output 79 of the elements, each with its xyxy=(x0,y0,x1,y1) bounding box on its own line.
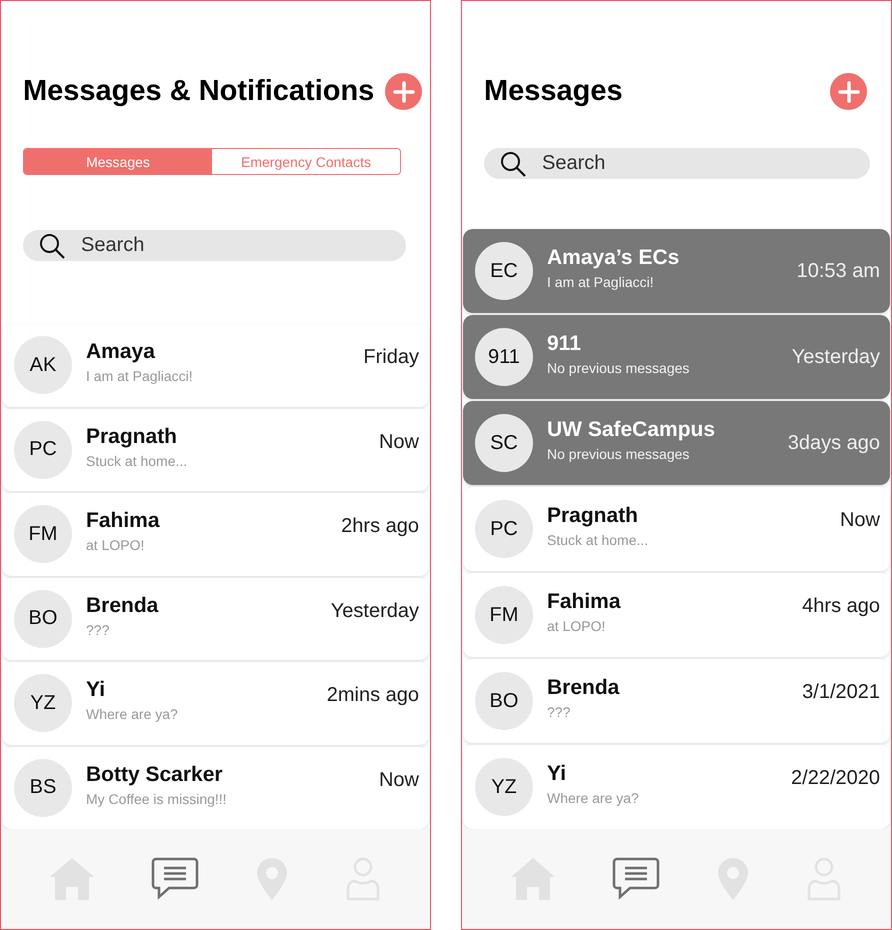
avatar-initials: YZ xyxy=(14,674,72,732)
avatar-initials: FM xyxy=(475,586,533,644)
message-preview: No previous messages xyxy=(547,446,690,462)
contact-name: Yi xyxy=(86,678,106,702)
search-field[interactable]: Search xyxy=(484,148,870,179)
message-preview: I am at Pagliacci! xyxy=(86,368,194,384)
emergency-conversation-row[interactable]: SC UW SafeCampus No previous messages 3days ago xyxy=(463,401,890,485)
message-preview: My Coffee is missing!!! xyxy=(86,790,228,807)
search-field[interactable]: Search xyxy=(23,230,406,261)
message-time: Yesterday xyxy=(792,346,880,368)
avatar-initials: SC xyxy=(475,414,533,472)
message-preview: Where are ya? xyxy=(547,790,640,806)
message-time: Now xyxy=(378,430,419,454)
avatar-initials: EC xyxy=(475,242,533,300)
conversation-row[interactable]: FM Fahima at LOPO! 2hrs ago xyxy=(2,493,429,576)
message-preview: ??? xyxy=(547,704,572,720)
conversation-row[interactable]: AK Amaya I am at Pagliacci! Friday xyxy=(2,324,429,406)
chat-bubble-icon xyxy=(612,857,660,901)
contact-name: Fahima xyxy=(547,590,622,614)
message-time: Now xyxy=(840,509,880,532)
message-preview: Where are ya? xyxy=(86,706,179,722)
plus-icon xyxy=(392,80,414,102)
contact-name: Fahima xyxy=(86,509,161,534)
conversation-row[interactable]: BO Brenda ??? Yesterday xyxy=(2,578,429,660)
avatar-initials: PC xyxy=(14,420,72,479)
nav-button[interactable] xyxy=(612,857,660,901)
contact-name: Pragnath xyxy=(547,504,640,528)
contact-name: Brenda xyxy=(86,594,160,618)
avatar-initials: FM xyxy=(14,505,72,564)
screen-title: Messages xyxy=(484,75,623,108)
conversation-row[interactable]: BO Brenda ??? 3/1/2021 xyxy=(463,659,890,743)
message-preview: at LOPO! xyxy=(86,537,146,554)
message-time: 3/1/2021 xyxy=(802,681,880,704)
message-time: 2hrs ago xyxy=(341,515,419,538)
avatar-initials: BO xyxy=(14,590,72,648)
nav-button[interactable] xyxy=(151,857,200,901)
avatar-initials: YZ xyxy=(475,758,533,816)
conversation-row[interactable]: YZ Yi Where are ya? 2/22/2020 xyxy=(463,745,890,829)
conversation-row[interactable]: BS Botty Scarker My Coffee is missing!!! Now xyxy=(2,746,429,829)
contact-name: 911 xyxy=(547,332,582,356)
search-icon xyxy=(39,233,65,259)
conversation-row[interactable]: YZ Yi Where are ya? 2mins ago xyxy=(2,662,429,744)
chat-bubble-icon xyxy=(151,857,200,901)
message-time: 3days ago xyxy=(788,432,880,454)
avatar-initials: 911 xyxy=(475,328,533,386)
contact-name: Brenda xyxy=(547,676,620,700)
message-time: 2/22/2020 xyxy=(791,767,880,790)
emergency-conversation-row[interactable]: 911 911 No previous messages Yesterday xyxy=(463,315,890,399)
conversation-row[interactable]: PC Pragnath Stuck at home... Now xyxy=(463,487,890,571)
contact-name: UW SafeCampus xyxy=(547,418,716,442)
message-time: Now xyxy=(378,768,419,792)
plus-icon xyxy=(838,80,860,102)
search-icon xyxy=(500,151,526,177)
add-button[interactable] xyxy=(830,73,867,110)
message-time: 10:53 am xyxy=(796,260,880,282)
add-button[interactable] xyxy=(385,73,422,110)
screen-title: Messages & Notifications xyxy=(23,75,374,108)
conversation-row[interactable]: FM Fahima at LOPO! 4hrs ago xyxy=(463,573,890,657)
avatar-initials: AK xyxy=(14,336,72,394)
contact-name: Amaya xyxy=(86,340,156,364)
contact-name: Botty Scarker xyxy=(86,762,224,787)
avatar-initials: BS xyxy=(14,758,72,817)
contact-name: Yi xyxy=(547,762,568,786)
contact-name: Pragnath xyxy=(86,424,178,449)
message-time: Friday xyxy=(363,346,419,369)
avatar-initials: BO xyxy=(475,672,533,730)
message-preview: Stuck at home... xyxy=(547,532,650,548)
emergency-conversation-row[interactable]: EC Amaya’s ECs I am at Pagliacci! 10:53 am xyxy=(463,229,890,313)
conversation-row[interactable]: PC Pragnath Stuck at home... Now xyxy=(2,408,429,491)
avatar-initials: PC xyxy=(475,500,533,558)
message-preview: at LOPO! xyxy=(547,618,606,634)
message-time: 4hrs ago xyxy=(802,595,880,618)
message-time: 2mins ago xyxy=(326,684,419,707)
message-preview: I am at Pagliacci! xyxy=(547,274,655,290)
message-preview: Stuck at home... xyxy=(86,452,188,469)
message-preview: ??? xyxy=(86,622,110,638)
message-preview: No previous messages xyxy=(547,360,690,376)
contact-name: Amaya’s ECs xyxy=(547,246,680,270)
message-time: Yesterday xyxy=(330,600,419,622)
